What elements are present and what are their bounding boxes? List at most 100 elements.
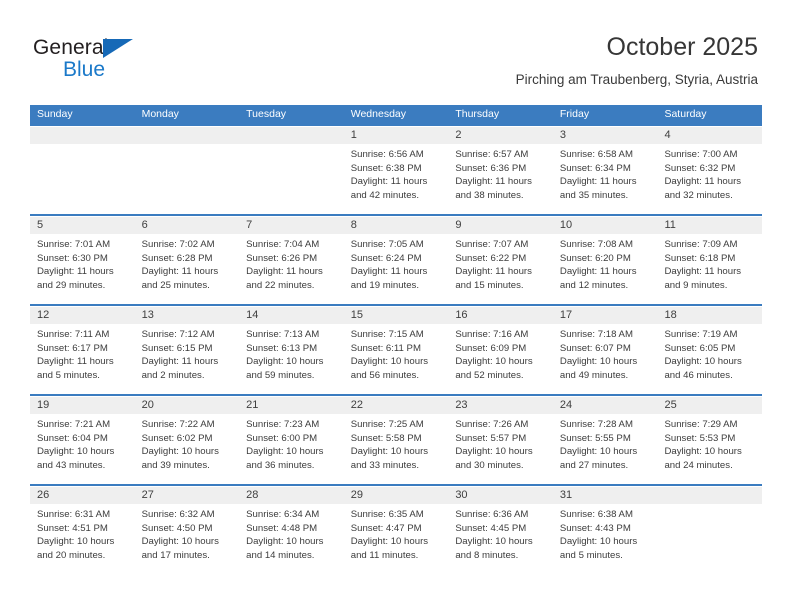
sunset-text: Sunset: 6:28 PM <box>141 252 213 264</box>
day-cell[interactable]: Sunrise: 7:02 AM Sunset: 6:28 PM Dayligh… <box>135 234 240 304</box>
daylight-text-line1: Daylight: 10 hours <box>350 536 429 548</box>
day-number[interactable]: 23 <box>448 397 553 414</box>
day-number[interactable]: 16 <box>448 307 553 324</box>
day-number[interactable]: 21 <box>239 397 344 414</box>
day-number[interactable]: 30 <box>448 487 553 504</box>
weekday-header-thursday: Thursday <box>455 108 500 120</box>
day-cell[interactable] <box>30 144 135 214</box>
day-number[interactable]: 13 <box>135 307 240 324</box>
day-cell[interactable]: Sunrise: 7:11 AM Sunset: 6:17 PM Dayligh… <box>30 324 135 394</box>
day-cell[interactable]: Sunrise: 7:08 AM Sunset: 6:20 PM Dayligh… <box>553 234 658 304</box>
day-cell[interactable]: Sunrise: 6:36 AM Sunset: 4:45 PM Dayligh… <box>448 504 553 574</box>
day-cell[interactable]: Sunrise: 6:31 AM Sunset: 4:51 PM Dayligh… <box>30 504 135 574</box>
day-number[interactable]: 5 <box>30 217 135 234</box>
day-number[interactable]: 27 <box>135 487 240 504</box>
day-cell[interactable]: Sunrise: 7:28 AM Sunset: 5:55 PM Dayligh… <box>553 414 658 484</box>
day-number[interactable]: 3 <box>553 127 658 144</box>
day-number[interactable] <box>135 127 240 144</box>
day-cell[interactable]: Sunrise: 6:58 AM Sunset: 6:34 PM Dayligh… <box>553 144 658 214</box>
day-number[interactable]: 29 <box>344 487 449 504</box>
day-cell[interactable]: Sunrise: 7:22 AM Sunset: 6:02 PM Dayligh… <box>135 414 240 484</box>
day-cell[interactable]: Sunrise: 7:15 AM Sunset: 6:11 PM Dayligh… <box>344 324 449 394</box>
sunrise-text: Sunrise: 7:29 AM <box>664 419 738 430</box>
day-number[interactable]: 12 <box>30 307 135 324</box>
day-cell[interactable]: Sunrise: 7:13 AM Sunset: 6:13 PM Dayligh… <box>239 324 344 394</box>
day-number[interactable]: 17 <box>553 307 658 324</box>
day-cell[interactable]: Sunrise: 7:00 AM Sunset: 6:32 PM Dayligh… <box>657 144 762 214</box>
week-date-band: 26 27 28 29 30 31 <box>30 486 762 504</box>
day-cell[interactable]: Sunrise: 6:34 AM Sunset: 4:48 PM Dayligh… <box>239 504 344 574</box>
day-cell[interactable] <box>657 504 762 574</box>
day-number[interactable]: 2 <box>448 127 553 144</box>
day-number[interactable]: 7 <box>239 217 344 234</box>
day-cell[interactable]: Sunrise: 7:19 AM Sunset: 6:05 PM Dayligh… <box>657 324 762 394</box>
day-cell[interactable]: Sunrise: 7:07 AM Sunset: 6:22 PM Dayligh… <box>448 234 553 304</box>
day-cell[interactable]: Sunrise: 6:57 AM Sunset: 6:36 PM Dayligh… <box>448 144 553 214</box>
sunset-text: Sunset: 6:34 PM <box>559 162 631 174</box>
day-number[interactable]: 11 <box>657 217 762 234</box>
sunset-text: Sunset: 6:07 PM <box>559 342 631 354</box>
day-number[interactable] <box>30 127 135 144</box>
day-number[interactable]: 28 <box>239 487 344 504</box>
sunset-text: Sunset: 4:47 PM <box>350 522 422 534</box>
sunset-text: Sunset: 6:38 PM <box>350 162 422 174</box>
day-number[interactable]: 18 <box>657 307 762 324</box>
day-number[interactable]: 8 <box>344 217 449 234</box>
sunset-text: Sunset: 6:15 PM <box>141 342 213 354</box>
sunrise-text: Sunrise: 7:00 AM <box>664 149 738 160</box>
day-number[interactable]: 1 <box>344 127 449 144</box>
day-cell[interactable]: Sunrise: 7:18 AM Sunset: 6:07 PM Dayligh… <box>553 324 658 394</box>
daylight-text-line2: and 35 minutes. <box>559 189 629 201</box>
daylight-text-line1: Daylight: 11 hours <box>141 266 219 278</box>
day-number[interactable] <box>657 487 762 504</box>
day-number[interactable]: 20 <box>135 397 240 414</box>
day-number[interactable]: 31 <box>553 487 658 504</box>
daylight-text-line1: Daylight: 10 hours <box>455 446 533 458</box>
sunset-text: Sunset: 6:05 PM <box>664 342 736 354</box>
day-cell[interactable]: Sunrise: 6:38 AM Sunset: 4:43 PM Dayligh… <box>553 504 658 574</box>
daylight-text-line1: Daylight: 11 hours <box>455 176 532 188</box>
day-cell[interactable] <box>135 144 240 214</box>
sunrise-text: Sunrise: 6:31 AM <box>37 509 111 520</box>
day-number[interactable]: 24 <box>553 397 658 414</box>
day-number[interactable]: 9 <box>448 217 553 234</box>
weekday-header-tuesday: Tuesday <box>246 108 287 120</box>
day-number[interactable]: 10 <box>553 217 658 234</box>
sunrise-text: Sunrise: 7:13 AM <box>246 329 320 340</box>
day-cell[interactable]: Sunrise: 7:21 AM Sunset: 6:04 PM Dayligh… <box>30 414 135 484</box>
logo-triangle-icon <box>103 39 133 58</box>
day-cell[interactable]: Sunrise: 6:56 AM Sunset: 6:38 PM Dayligh… <box>344 144 449 214</box>
day-cell[interactable]: Sunrise: 6:32 AM Sunset: 4:50 PM Dayligh… <box>135 504 240 574</box>
sunrise-text: Sunrise: 6:57 AM <box>455 149 529 160</box>
day-number[interactable]: 22 <box>344 397 449 414</box>
week-date-band: 19 20 21 22 23 24 25 <box>30 396 762 414</box>
day-number[interactable]: 6 <box>135 217 240 234</box>
day-number[interactable] <box>239 127 344 144</box>
day-number[interactable]: 15 <box>344 307 449 324</box>
day-cell[interactable]: Sunrise: 7:01 AM Sunset: 6:30 PM Dayligh… <box>30 234 135 304</box>
day-cell[interactable]: Sunrise: 7:09 AM Sunset: 6:18 PM Dayligh… <box>657 234 762 304</box>
daylight-text-line1: Daylight: 10 hours <box>664 356 742 368</box>
day-number[interactable]: 4 <box>657 127 762 144</box>
sunset-text: Sunset: 5:57 PM <box>455 432 527 444</box>
sunrise-text: Sunrise: 7:15 AM <box>350 329 424 340</box>
day-cell[interactable]: Sunrise: 7:04 AM Sunset: 6:26 PM Dayligh… <box>239 234 344 304</box>
day-cell[interactable]: Sunrise: 7:05 AM Sunset: 6:24 PM Dayligh… <box>344 234 449 304</box>
logo-text-general: General <box>33 36 109 59</box>
day-cell[interactable]: Sunrise: 6:35 AM Sunset: 4:47 PM Dayligh… <box>344 504 449 574</box>
day-cell[interactable] <box>239 144 344 214</box>
daylight-text-line2: and 25 minutes. <box>141 279 210 291</box>
day-cell[interactable]: Sunrise: 7:23 AM Sunset: 6:00 PM Dayligh… <box>239 414 344 484</box>
daylight-text-line1: Daylight: 11 hours <box>350 176 428 188</box>
day-cell[interactable]: Sunrise: 7:16 AM Sunset: 6:09 PM Dayligh… <box>448 324 553 394</box>
day-number[interactable]: 26 <box>30 487 135 504</box>
day-cell[interactable]: Sunrise: 7:25 AM Sunset: 5:58 PM Dayligh… <box>344 414 449 484</box>
calendar-week-row: 19 20 21 22 23 24 25 Sunrise: 7:21 AM Su… <box>30 394 762 484</box>
day-cell[interactable]: Sunrise: 7:26 AM Sunset: 5:57 PM Dayligh… <box>448 414 553 484</box>
day-number[interactable]: 19 <box>30 397 135 414</box>
daylight-text-line2: and 39 minutes. <box>141 459 210 471</box>
day-cell[interactable]: Sunrise: 7:12 AM Sunset: 6:15 PM Dayligh… <box>135 324 240 394</box>
day-cell[interactable]: Sunrise: 7:29 AM Sunset: 5:53 PM Dayligh… <box>657 414 762 484</box>
day-number[interactable]: 25 <box>657 397 762 414</box>
day-number[interactable]: 14 <box>239 307 344 324</box>
